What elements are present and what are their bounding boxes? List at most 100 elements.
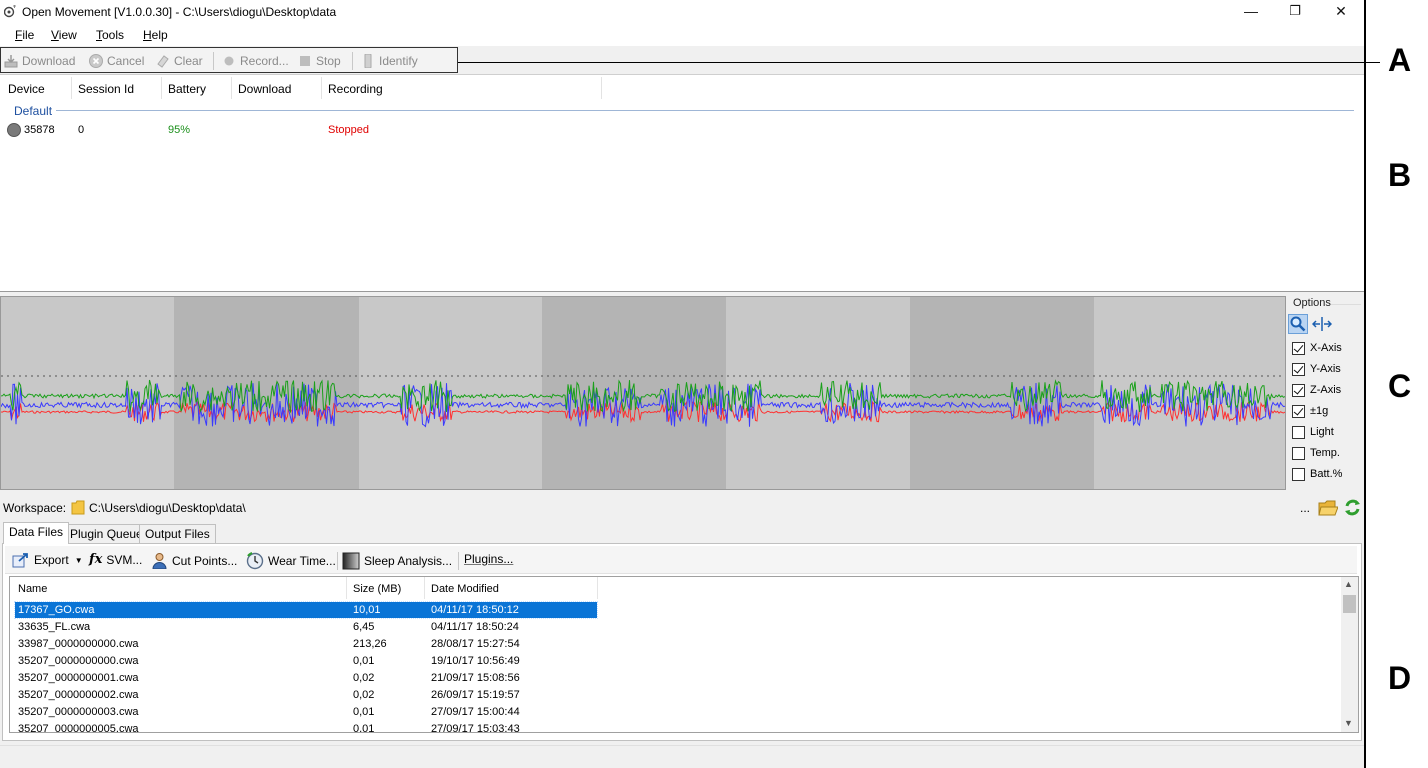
- options-divider: [1331, 304, 1361, 305]
- window-title: Open Movement [V1.0.0.30] - C:\Users\dio…: [22, 5, 337, 19]
- file-list-scrollbar[interactable]: ▲ ▼: [1341, 577, 1358, 732]
- cancel-icon: [89, 54, 103, 68]
- stop-button[interactable]: Stop: [298, 52, 341, 70]
- eraser-icon: [157, 55, 169, 68]
- column-header-recording[interactable]: Recording: [328, 82, 383, 96]
- refresh-icon[interactable]: [1343, 498, 1362, 517]
- data-file-list[interactable]: Name Size (MB) Date Modified 17367_GO.cw…: [9, 576, 1359, 733]
- export-icon: [12, 553, 28, 568]
- file-date: 04/11/17 18:50:24: [431, 621, 519, 633]
- magnifier-icon: [1290, 316, 1306, 332]
- analysis-toolbar: Export ▼ fx SVM... Cut Points... Wear Ti…: [5, 546, 1357, 574]
- menu-help[interactable]: Help: [143, 28, 168, 42]
- folder-icon: [71, 500, 85, 515]
- device-id: 35878: [24, 124, 55, 136]
- svm-button[interactable]: fx SVM...: [89, 552, 142, 567]
- column-header-device[interactable]: Device: [8, 82, 45, 96]
- options-title: Options: [1293, 297, 1331, 309]
- workspace-path-field[interactable]: C:\Users\diogu\Desktop\data\: [68, 497, 1294, 518]
- scroll-down-icon[interactable]: ▼: [1344, 718, 1353, 728]
- clock-icon: [246, 552, 264, 570]
- device-icon: [364, 54, 372, 68]
- download-icon: [4, 55, 18, 68]
- file-row[interactable]: 33635_FL.cwa 6,45 04/11/17 18:50:24: [15, 619, 597, 635]
- option-1g[interactable]: ±1g: [1292, 403, 1328, 419]
- cancel-button[interactable]: Cancel: [89, 52, 144, 70]
- option-x-axis[interactable]: X-Axis: [1292, 340, 1342, 356]
- sleep-analysis-button[interactable]: Sleep Analysis...: [342, 552, 452, 570]
- device-list[interactable]: Device Session Id Battery Download Recor…: [0, 74, 1364, 292]
- device-session-id: 0: [78, 124, 85, 136]
- file-row[interactable]: 17367_GO.cwa 10,01 04/11/17 18:50:12: [14, 601, 598, 619]
- file-date: 27/09/17 15:00:44: [431, 706, 520, 718]
- file-date: 19/10/17 10:56:49: [431, 655, 520, 667]
- 1g-checkbox[interactable]: [1292, 404, 1305, 418]
- battery-checkbox[interactable]: [1292, 467, 1305, 481]
- file-name: 35207_0000000002.cwa: [18, 689, 139, 701]
- minimize-button[interactable]: —: [1228, 0, 1274, 24]
- file-size: 0,02: [353, 672, 375, 684]
- file-size: 0,02: [353, 689, 375, 701]
- record-button[interactable]: Record...: [222, 52, 289, 70]
- file-name: 35207_0000000000.cwa: [18, 655, 139, 667]
- light-checkbox[interactable]: [1292, 425, 1305, 439]
- record-icon: [224, 56, 234, 66]
- identify-button[interactable]: Identify: [361, 52, 418, 70]
- file-row[interactable]: 35207_0000000002.cwa 0,02 26/09/17 15:19:5…: [15, 687, 597, 703]
- tab-output-files[interactable]: Output Files: [139, 524, 216, 544]
- option-y-axis[interactable]: Y-Axis: [1292, 361, 1341, 377]
- graph-day-band: [726, 297, 910, 489]
- plugins-button[interactable]: Plugins...: [464, 552, 513, 566]
- temp-checkbox[interactable]: [1292, 446, 1305, 460]
- y-axis-checkbox[interactable]: [1292, 362, 1305, 376]
- column-header-download[interactable]: Download: [238, 82, 291, 96]
- zoom-tool-button[interactable]: [1288, 314, 1308, 334]
- column-header-size[interactable]: Size (MB): [353, 583, 401, 595]
- workspace-browse-dots[interactable]: ...: [1300, 501, 1310, 515]
- menu-tools[interactable]: Tools: [96, 28, 124, 42]
- column-header-session[interactable]: Session Id: [78, 82, 134, 96]
- tab-data-files[interactable]: Data Files: [3, 522, 70, 544]
- data-preview-graph[interactable]: [0, 296, 1286, 490]
- file-date: 21/09/17 15:08:56: [431, 672, 520, 684]
- scroll-thumb[interactable]: [1343, 595, 1356, 613]
- x-axis-checkbox[interactable]: [1292, 341, 1305, 355]
- z-axis-checkbox[interactable]: [1292, 383, 1305, 397]
- column-header-battery[interactable]: Battery: [168, 82, 206, 96]
- option-light[interactable]: Light: [1292, 424, 1334, 440]
- menu-bar: File View Tools Help: [0, 24, 1364, 46]
- toolbar-separator: [213, 52, 214, 70]
- file-row[interactable]: 35207_0000000005.cwa 0,01 27/09/17 15:03:4…: [15, 721, 597, 732]
- open-folder-icon[interactable]: [1318, 499, 1338, 517]
- scroll-up-icon[interactable]: ▲: [1344, 579, 1353, 589]
- option-z-axis[interactable]: Z-Axis: [1292, 382, 1341, 398]
- menu-file[interactable]: File: [15, 28, 34, 42]
- column-header-date[interactable]: Date Modified: [431, 583, 499, 595]
- tab-plugin-queue[interactable]: Plugin Queue: [64, 524, 149, 544]
- column-header-name[interactable]: Name: [18, 583, 47, 595]
- open-movement-window: Open Movement [V1.0.0.30] - C:\Users\dio…: [0, 0, 1380, 768]
- app-icon: [4, 5, 16, 18]
- restore-button[interactable]: ❐: [1272, 0, 1318, 24]
- annotation-letter-b: B: [1388, 157, 1412, 193]
- file-tabs: Data Files Plugin Queue Output Files: [0, 522, 1364, 544]
- menu-view[interactable]: View: [51, 28, 77, 42]
- wear-time-button[interactable]: Wear Time...: [246, 552, 336, 570]
- person-icon: [152, 553, 167, 569]
- download-button[interactable]: Download: [4, 52, 75, 70]
- export-button[interactable]: Export ▼: [12, 552, 83, 568]
- option-battery[interactable]: Batt.%: [1292, 466, 1342, 482]
- accelerometer-graph[interactable]: [1, 297, 1285, 489]
- clear-button[interactable]: Clear: [156, 52, 203, 70]
- close-button[interactable]: ✕: [1318, 0, 1364, 24]
- file-row[interactable]: 35207_0000000001.cwa 0,02 21/09/17 15:08:5…: [15, 670, 597, 686]
- device-recording-status: Stopped: [328, 124, 369, 136]
- option-temp[interactable]: Temp.: [1292, 445, 1340, 461]
- cut-points-button[interactable]: Cut Points...: [151, 552, 237, 569]
- file-row[interactable]: 35207_0000000000.cwa 0,01 19/10/17 10:56:4…: [15, 653, 597, 669]
- file-row[interactable]: 35207_0000000003.cwa 0,01 27/09/17 15:00:4…: [15, 704, 597, 720]
- function-icon: fx: [89, 552, 103, 567]
- file-row[interactable]: 33987_0000000000.cwa 213,26 28/08/17 15:27…: [15, 636, 597, 652]
- workspace-label: Workspace:: [3, 501, 67, 515]
- pan-tool-button[interactable]: [1311, 314, 1333, 334]
